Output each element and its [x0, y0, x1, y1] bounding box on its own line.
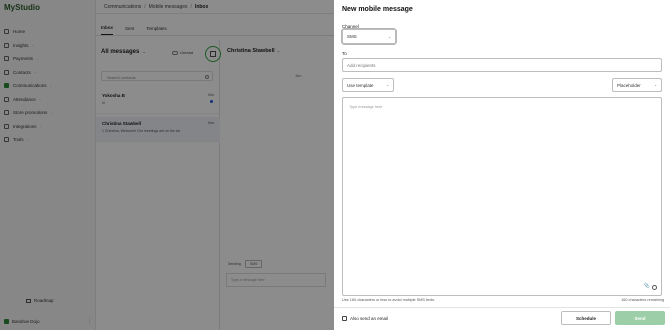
- message-placeholder: Type message here: [349, 105, 383, 109]
- new-message-panel: New mobile message Channel SMS ⌄ To Add r…: [334, 0, 670, 330]
- template-select[interactable]: Use template ⌄: [342, 78, 394, 92]
- sms-length-hint: Use 160 characters or less to avoid mult…: [342, 298, 436, 302]
- app-root: MyStudio Home Insights ⌄ Payments ⌄ Contac…: [0, 0, 670, 330]
- characters-remaining: 160 characters remaining: [621, 298, 664, 302]
- checkbox-icon: [342, 316, 347, 321]
- attachment-icon[interactable]: 📎: [644, 283, 650, 289]
- chevron-down-icon: ⌄: [654, 83, 657, 87]
- channel-select[interactable]: SMS ⌄: [342, 29, 396, 44]
- panel-footer: Also send an email Schedule Send: [334, 307, 670, 330]
- also-email-checkbox[interactable]: Also send an email: [342, 316, 388, 321]
- send-button[interactable]: Send: [615, 311, 665, 325]
- panel-title: New mobile message: [342, 6, 413, 13]
- chevron-down-icon: ⌄: [388, 34, 391, 39]
- emoji-icon[interactable]: [652, 285, 657, 290]
- message-textarea[interactable]: Type message here 📎: [342, 97, 662, 296]
- placeholder-select[interactable]: Placeholder ⌄: [612, 78, 662, 92]
- to-label: To: [342, 51, 347, 56]
- recipients-input[interactable]: Add recipients: [342, 58, 662, 72]
- chevron-down-icon: ⌄: [386, 83, 389, 87]
- schedule-button[interactable]: Schedule: [561, 311, 611, 325]
